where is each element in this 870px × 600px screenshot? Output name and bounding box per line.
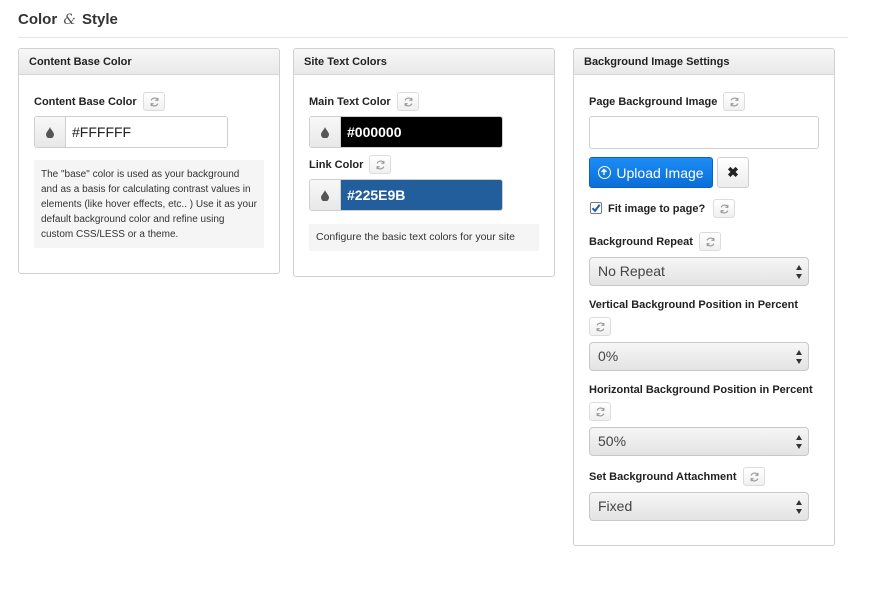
content-base-color-help: The "base" color is used as your backgro…: [34, 160, 264, 248]
horizontal-position-select[interactable]: 50%: [589, 427, 809, 456]
select-arrows-icon: [796, 500, 802, 514]
horizontal-position-value: 50%: [598, 433, 627, 449]
main-text-color-value[interactable]: #000000: [341, 117, 502, 147]
link-color-label: Link Color: [309, 158, 364, 171]
upload-circle-icon: [598, 166, 612, 179]
droplet-icon: [46, 126, 54, 138]
reset-button[interactable]: [142, 92, 165, 111]
site-text-colors-panel: Site Text Colors Main Text Color #000000…: [293, 48, 555, 277]
upload-image-button[interactable]: Upload Image: [589, 157, 713, 188]
refresh-icon: [706, 237, 715, 247]
page-title-part2: Style: [81, 11, 118, 28]
checkmark-icon: [591, 204, 601, 213]
reset-button[interactable]: [698, 232, 721, 251]
close-icon: ✖: [727, 164, 739, 180]
refresh-icon: [376, 160, 385, 170]
background-image-settings-panel: Background Image Settings Page Backgroun…: [573, 48, 835, 546]
panel-header: Background Image Settings: [574, 49, 834, 75]
background-attachment-label-row: Set Background Attachment: [589, 467, 765, 486]
page-title-ampersand: &: [63, 12, 76, 28]
vertical-position-select[interactable]: 0%: [589, 342, 809, 371]
page-title-part1: Color: [18, 11, 58, 28]
remove-image-button[interactable]: ✖: [717, 157, 749, 188]
reset-button[interactable]: [723, 92, 746, 111]
vertical-position-value: 0%: [598, 348, 619, 364]
upload-image-label: Upload Image: [616, 164, 704, 181]
refresh-icon: [404, 97, 413, 107]
background-attachment-label: Set Background Attachment: [589, 470, 737, 483]
link-color-label-row: Link Color: [309, 155, 392, 174]
horizontal-position-label-row: Horizontal Background Position in Percen…: [589, 384, 813, 396]
reset-button[interactable]: [742, 467, 765, 486]
select-arrows-icon: [796, 350, 802, 364]
content-base-color-label: Content Base Color: [34, 95, 137, 108]
background-attachment-value: Fixed: [598, 498, 633, 514]
droplet-icon: [321, 189, 329, 201]
page-background-image-label: Page Background Image: [589, 95, 718, 108]
fit-image-checkbox[interactable]: [590, 202, 602, 214]
color-picker-button[interactable]: [310, 117, 341, 147]
panel-header: Content Base Color: [19, 49, 279, 75]
color-picker-button[interactable]: [310, 180, 341, 210]
select-arrows-icon: [796, 435, 802, 449]
page-background-image-label-row: Page Background Image: [589, 92, 746, 111]
select-arrows-icon: [796, 265, 802, 279]
content-base-color-field[interactable]: #FFFFFF: [34, 116, 228, 148]
reset-button[interactable]: [369, 155, 392, 174]
link-color-field[interactable]: #225E9B: [309, 179, 503, 211]
panel-header: Site Text Colors: [294, 49, 554, 75]
content-base-color-label-row: Content Base Color: [34, 92, 165, 111]
reset-button[interactable]: [589, 402, 611, 421]
color-picker-button[interactable]: [35, 117, 66, 147]
refresh-icon: [150, 97, 159, 107]
background-image-url-input[interactable]: [589, 116, 819, 149]
background-repeat-label: Background Repeat: [589, 235, 693, 248]
main-text-color-label-row: Main Text Color: [309, 92, 419, 111]
vertical-position-label: Vertical Background Position in Percent: [589, 299, 799, 311]
page-title: Color & Style: [18, 11, 118, 28]
title-divider: [18, 37, 848, 38]
background-repeat-select[interactable]: No Repeat: [589, 257, 809, 286]
background-repeat-value: No Repeat: [598, 263, 665, 279]
reset-button[interactable]: [396, 92, 419, 111]
link-color-value[interactable]: #225E9B: [341, 180, 502, 210]
refresh-icon: [596, 407, 605, 417]
refresh-icon: [720, 204, 729, 214]
main-text-color-field[interactable]: #000000: [309, 116, 503, 148]
fit-image-label-row: Fit image to page?: [608, 199, 736, 218]
reset-button[interactable]: [589, 317, 611, 336]
content-base-color-value[interactable]: #FFFFFF: [66, 117, 227, 147]
refresh-icon: [750, 472, 758, 482]
refresh-icon: [730, 97, 739, 107]
content-base-color-panel: Content Base Color Content Base Color #F…: [18, 48, 280, 274]
droplet-icon: [321, 126, 329, 138]
vertical-position-label-row: Vertical Background Position in Percent: [589, 299, 798, 311]
background-attachment-select[interactable]: Fixed: [589, 492, 809, 521]
fit-image-label[interactable]: Fit image to page?: [608, 203, 705, 215]
reset-button[interactable]: [713, 199, 736, 218]
background-repeat-label-row: Background Repeat: [589, 232, 721, 251]
main-text-color-label: Main Text Color: [309, 95, 391, 108]
horizontal-position-label: Horizontal Background Position in Percen…: [589, 384, 813, 396]
refresh-icon: [596, 322, 605, 332]
site-text-colors-help: Configure the basic text colors for your…: [309, 224, 539, 251]
